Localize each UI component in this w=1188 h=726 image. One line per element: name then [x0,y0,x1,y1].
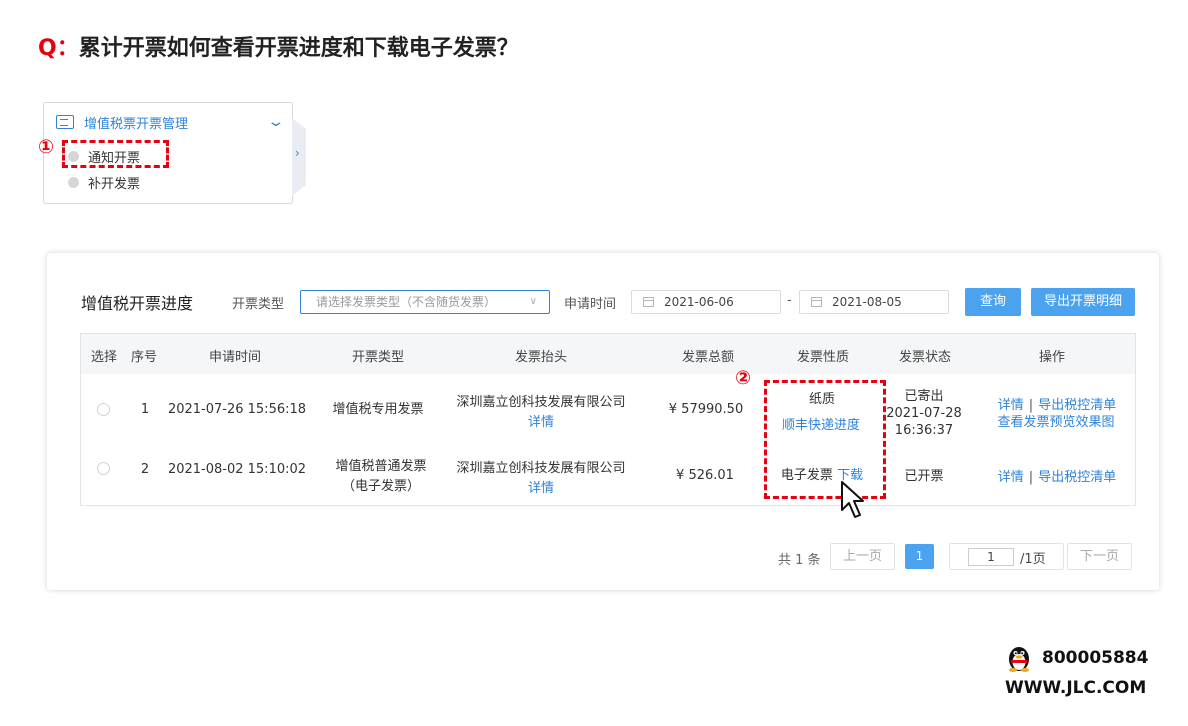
col-invoice-type: 开票类型 [351,350,405,365]
export-invoice-detail-button[interactable]: 导出开票明细 [1031,288,1135,316]
row-actions: 详情 | 导出税控清单 [998,469,1116,486]
row-invoice-type-sub: （电子发票） [341,479,421,494]
chevron-down-icon: ∨ [529,296,537,307]
page-jump: 1 /1页 [949,543,1064,570]
prev-page-button[interactable]: 上一页 [830,543,895,570]
step-2-highlight [764,380,886,499]
date-from-input[interactable]: 2021-06-06 [631,290,781,314]
row-invoice-type: 增值税普通发票 [335,459,427,474]
row-title-detail-link[interactable]: 详情 [528,414,554,431]
qq-number: 800005884 [1042,648,1149,668]
query-button[interactable]: 查询 [965,288,1021,316]
total-count: 共 1 条 [778,553,821,568]
col-status: 发票状态 [898,350,952,365]
page-number-input[interactable]: 1 [968,548,1014,566]
col-apply-time: 申请时间 [208,350,262,365]
total-pages: /1页 [1020,552,1046,567]
date-to-value: 2021-08-05 [832,295,902,309]
menu-item-label: 补开发票 [88,176,141,192]
invoice-type-placeholder: 请选择发票类型（不含随货发票） [316,295,497,309]
col-nature: 发票性质 [796,350,850,365]
date-from-value: 2021-06-06 [664,295,734,309]
qq-contact: 800005884 [1006,645,1149,672]
calendar-icon [811,297,822,307]
col-select: 选择 [90,350,118,365]
bullet-icon [68,176,79,188]
row-status: 已寄出 [904,389,944,404]
menu-group-vat-invoice[interactable]: 增值税票开票管理 ⌄ [56,111,286,133]
action-separator: | [1028,398,1034,413]
step-2-marker: ② [735,367,752,389]
page-1-button[interactable]: 1 [905,544,934,569]
row-amount: ¥ 526.01 [676,468,734,483]
invoice-type-label: 开票类型 [232,297,285,312]
chevron-down-icon[interactable]: ⌄ [267,114,286,130]
calendar-icon [643,297,654,307]
invoice-progress-panel: 增值税开票进度 开票类型 请选择发票类型（不含随货发票） ∨ 申请时间 2021… [47,253,1159,590]
chevron-right-icon: › [295,146,300,160]
export-tax-list-link[interactable]: 导出税控清单 [1038,398,1116,413]
table-header: 选择 序号 申请时间 开票类型 发票抬头 发票总额 发票性质 发票状态 操作 [81,334,1135,374]
invoice-table: 选择 序号 申请时间 开票类型 发票抬头 发票总额 发票性质 发票状态 操作 1… [80,333,1136,506]
apply-time-label: 申请时间 [564,297,617,312]
next-page-button[interactable]: 下一页 [1067,543,1132,570]
step-1-marker: ① [38,136,55,158]
row-status: 已开票 [904,469,944,484]
question-title: Q：累计开票如何查看开票进度和下载电子发票？ [38,30,519,62]
ticket-icon [56,115,74,129]
col-index: 序号 [130,350,158,365]
date-range-separator: - [787,293,792,308]
detail-link[interactable]: 详情 [998,398,1024,413]
website-url: WWW.JLC.COM [1005,678,1147,698]
export-tax-list-link[interactable]: 导出税控清单 [1038,470,1116,485]
step-1-highlight [62,140,169,168]
mouse-pointer-icon [841,481,864,518]
row-index: 2 [140,462,150,477]
row-amount: ¥ 57990.50 [668,402,744,417]
menu-group-label: 增值税票开票管理 [84,116,189,132]
row-select-radio[interactable] [97,403,110,416]
row-invoice-title: 深圳嘉立创科技发展有限公司 [456,461,626,476]
question-text: 累计开票如何查看开票进度和下载电子发票？ [78,36,519,61]
row-actions: 详情 | 导出税控清单 [998,397,1116,414]
panel-title: 增值税开票进度 [81,294,194,313]
collapse-sidebar-tab[interactable]: › [292,118,306,196]
row-invoice-type: 增值税专用发票 [332,402,424,417]
row-title-detail-link[interactable]: 详情 [528,480,554,497]
row-index: 1 [140,402,150,417]
row-status-date: 2021-07-28 [886,406,962,421]
col-amount: 发票总额 [681,350,735,365]
menu-item-reissue-invoice[interactable]: 补开发票 [68,172,140,192]
detail-link[interactable]: 详情 [998,470,1024,485]
row-invoice-title: 深圳嘉立创科技发展有限公司 [456,395,626,410]
col-invoice-title: 发票抬头 [514,350,568,365]
col-actions: 操作 [1038,350,1066,365]
row-apply-time: 2021-07-26 15:56:18 [167,402,307,417]
question-label: Q： [38,36,79,61]
date-to-input[interactable]: 2021-08-05 [799,290,949,314]
qq-penguin-icon [1009,647,1029,672]
row-apply-time: 2021-08-02 15:10:02 [167,462,307,477]
row-select-radio[interactable] [97,462,110,475]
action-separator: | [1028,470,1034,485]
invoice-preview-link[interactable]: 查看发票预览效果图 [997,414,1114,431]
invoice-type-select[interactable]: 请选择发票类型（不含随货发票） ∨ [300,290,550,314]
row-status-time: 16:36:37 [894,423,954,438]
